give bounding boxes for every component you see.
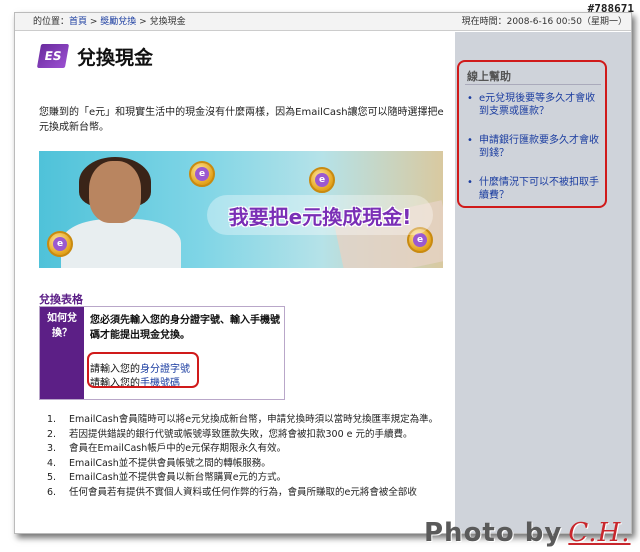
help-link-fee-waiver[interactable]: • 什麼情況下可以不被扣取手續費？ <box>467 176 603 202</box>
intro-text: 您賺到的「e元」和現實生活中的現金沒有什麼兩樣，因為EmailCash讓您可以隨… <box>39 107 444 133</box>
signature: C.H. <box>568 518 631 548</box>
breadcrumb-separator: > <box>136 17 150 27</box>
top-status-bar: 的位置：首頁 > 獎勵兌換 > 兌換現金 現在時間：2008-6-16 00:5… <box>15 13 631 31</box>
smiling-woman-image <box>61 157 181 268</box>
highlight-circle <box>87 352 199 388</box>
list-item: 2. 若因提供錯誤的銀行代號或帳號導致匯款失敗，您將會被扣款300 e 元的手續費… <box>47 428 413 440</box>
emailcash-logo-icon: ES <box>36 44 70 68</box>
photo-credit-watermark: Photo by C.H. <box>424 518 631 548</box>
list-item: 1. EmailCash會員隨時可以將e元兌換成新台幣，申請兌換時須以當時兌換匯率… <box>47 414 439 425</box>
breadcrumb-home-link[interactable]: 首頁 <box>69 17 87 27</box>
breadcrumb: 的位置：首頁 > 獎勵兌換 > 兌換現金 <box>33 13 186 31</box>
e-coin-icon: e <box>309 167 335 193</box>
breadcrumb-separator: > <box>87 17 101 27</box>
promo-banner: e e e e 我要把e元換成現金! <box>39 151 443 268</box>
how-to-redeem-label: 如何兌換？ <box>40 307 84 399</box>
banner-slogan: 我要把e元換成現金! <box>207 195 433 235</box>
divider <box>465 84 601 85</box>
current-datetime: 現在時間：2008-6-16 00:50（星期一） <box>461 17 627 27</box>
page-title: 兌換現金 <box>77 46 154 69</box>
help-link-payout-time[interactable]: • e元兌現後要等多久才會收到支票或匯款？ <box>467 92 603 118</box>
list-item: 4. EmailCash並不提供會員帳號之間的轉帳服務。 <box>47 457 271 469</box>
terms-list: 1. EmailCash會員隨時可以將e元兌換成新台幣，申請兌換時須以當時兌換匯率… <box>47 413 447 500</box>
page-header: ES 兌換現金 <box>36 41 154 71</box>
online-help-heading: 線上幫助 <box>467 70 511 83</box>
list-item: 5. EmailCash並不提供會員以新台幣購買e元的方式。 <box>47 472 287 483</box>
screenshot-photo-frame: 的位置：首頁 > 獎勵兌換 > 兌換現金 現在時間：2008-6-16 00:5… <box>14 12 632 534</box>
help-link-bank-transfer[interactable]: • 申請銀行匯款要多久才會收到錢？ <box>467 134 603 160</box>
breadcrumb-prefix: 的位置： <box>33 17 70 27</box>
form-instruction: 您必須先輸入您的身分證字號、輸入手機號碼才能提出現金兌換。 <box>90 315 280 341</box>
breadcrumb-current: 兌換現金 <box>149 17 186 27</box>
list-item: 6. 任何會員若有提供不實個人資料或任何作弊的行為，會員所賺取的e元將會被全部收 <box>47 486 417 498</box>
breadcrumb-rewards-link[interactable]: 獎勵兌換 <box>100 17 136 27</box>
online-help-panel: 線上幫助 • e元兌現後要等多久才會收到支票或匯款？ • 申請銀行匯款要多久才會收到… <box>457 60 607 208</box>
e-coin-icon: e <box>189 161 215 187</box>
e-coin-icon: e <box>47 231 73 257</box>
list-item: 3. 會員在EmailCash帳戶中的e元保存期限永久有效。 <box>47 443 287 454</box>
form-section-title: 兌換表格 <box>39 293 83 306</box>
